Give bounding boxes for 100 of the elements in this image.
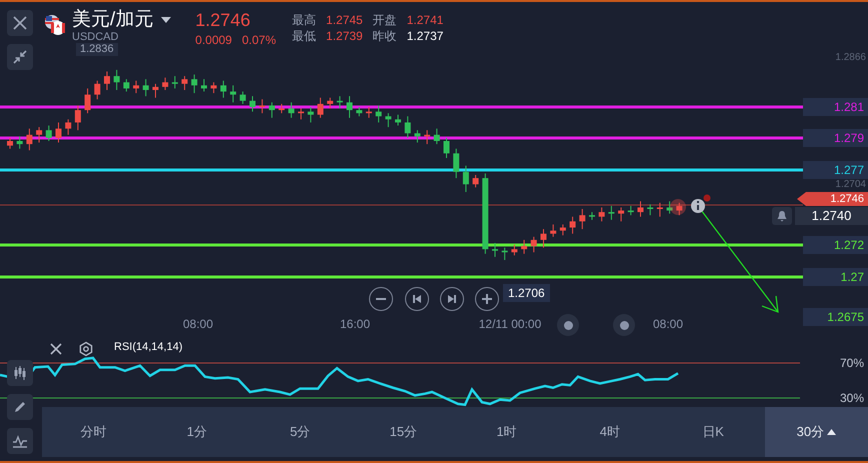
price-level-label: 1.27	[803, 268, 868, 286]
close-icon	[13, 16, 27, 30]
zoom-out-button[interactable]	[369, 287, 393, 311]
candle	[579, 208, 586, 230]
stat-value: 1.2741	[406, 12, 444, 28]
stat-label: 最高	[292, 12, 316, 28]
target-price-label: 1.2675	[803, 308, 868, 326]
candle	[308, 106, 314, 123]
collapse-arrows-icon	[13, 50, 27, 64]
candle	[589, 212, 595, 220]
candle	[317, 97, 324, 118]
period-tab[interactable]: 分时	[42, 407, 146, 457]
candle	[56, 122, 62, 144]
candle	[647, 204, 654, 216]
period-tab[interactable]: 30分	[764, 407, 868, 457]
symbol-code: USDCAD	[72, 32, 118, 43]
candle	[133, 80, 140, 94]
price-change: 0.0009	[195, 32, 232, 48]
candle	[7, 137, 13, 150]
candle	[570, 216, 576, 234]
stat-value: 1.2737	[406, 28, 444, 44]
candle	[376, 104, 382, 123]
stat-value: 1.2739	[326, 28, 363, 44]
skip-forward-icon	[447, 294, 457, 304]
candle	[288, 102, 294, 118]
candle	[434, 128, 440, 145]
candle	[598, 206, 605, 222]
candle	[259, 98, 266, 114]
candle	[298, 108, 304, 120]
period-tab[interactable]: 1时	[455, 407, 558, 457]
candle	[240, 91, 246, 104]
candle	[628, 205, 634, 216]
time-axis-label: 16:00	[340, 317, 370, 331]
candle	[492, 242, 498, 258]
candle	[94, 80, 100, 100]
marker-dot-icon	[704, 194, 710, 202]
zoom-in-button[interactable]	[475, 287, 499, 311]
info-icon[interactable]	[691, 199, 705, 213]
candle	[74, 104, 81, 131]
period-tab[interactable]: 1分	[145, 407, 248, 457]
price-level-label: 1.277	[803, 161, 868, 179]
bell-icon	[776, 210, 788, 222]
pencil-icon[interactable]	[7, 394, 33, 420]
candlestick-icon[interactable]	[7, 360, 33, 386]
currency-pair-title: 美元/加元	[72, 8, 154, 32]
stat-label: 昨收	[372, 28, 397, 44]
candle	[424, 130, 430, 145]
candle	[608, 205, 614, 220]
minus-icon	[376, 298, 386, 300]
period-tab[interactable]: 5分	[248, 407, 352, 457]
caret-icon[interactable]	[161, 17, 172, 23]
stat-label: 开盘	[372, 12, 397, 28]
collapse-button[interactable]	[7, 44, 33, 70]
candle	[472, 174, 479, 188]
alert-bell-button[interactable]	[772, 207, 792, 225]
candle	[268, 102, 275, 118]
price-level-label: 1.279	[803, 129, 868, 147]
close-button[interactable]	[7, 10, 33, 36]
candle	[114, 69, 120, 90]
price-change-percent: 0.07%	[242, 32, 276, 48]
dot-icon	[613, 314, 635, 336]
candle	[618, 206, 624, 222]
glow-dot-icon	[670, 199, 686, 215]
skip-back-button[interactable]	[405, 287, 429, 311]
candle	[278, 103, 285, 114]
skip-back-icon	[412, 294, 422, 304]
axis-price-label: 1.2866	[835, 52, 866, 64]
low-price-marker: 1.2706	[503, 284, 550, 302]
period-tab[interactable]: 4时	[558, 407, 662, 457]
candle	[152, 83, 158, 98]
candle	[162, 77, 168, 90]
candle	[26, 128, 32, 151]
caret-icon	[827, 429, 836, 435]
candle	[366, 106, 372, 118]
settings-icon[interactable]	[78, 341, 94, 357]
plus-icon	[482, 294, 492, 304]
candle	[346, 96, 352, 118]
close-icon[interactable]	[48, 341, 64, 357]
candle	[540, 228, 546, 248]
candle	[385, 112, 392, 128]
candle	[521, 239, 528, 254]
indicator-icon[interactable]	[7, 428, 33, 454]
axis-price-label: 1.2704	[835, 179, 866, 191]
period-tab[interactable]: 日K	[662, 407, 765, 457]
candle	[336, 96, 343, 110]
candle	[511, 244, 518, 256]
candle	[104, 70, 110, 90]
candle	[404, 116, 411, 138]
candle	[36, 126, 42, 144]
candle	[462, 165, 469, 192]
candle	[666, 200, 673, 214]
candle	[656, 202, 663, 218]
candle	[530, 236, 537, 253]
period-tab[interactable]: 15分	[352, 407, 455, 457]
candle	[16, 136, 23, 150]
candle	[453, 148, 460, 179]
candle	[46, 125, 52, 142]
candle	[560, 224, 566, 236]
skip-forward-button[interactable]	[440, 287, 464, 311]
candle	[395, 114, 401, 126]
